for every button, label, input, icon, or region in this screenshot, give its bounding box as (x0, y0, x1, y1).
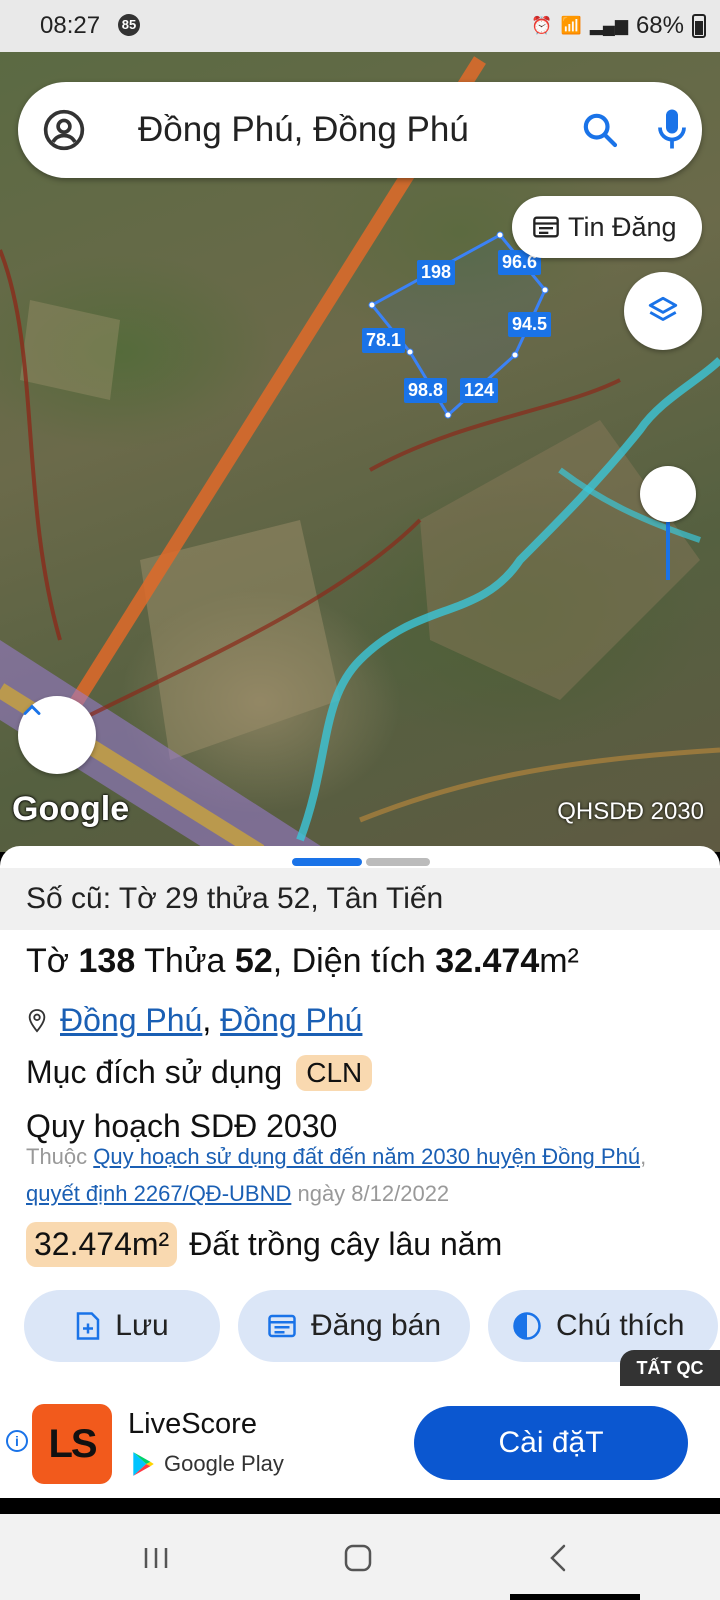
parcel-number: 52 (234, 942, 273, 980)
battery-icon (692, 14, 706, 38)
commune-link[interactable]: Đồng Phú (220, 1002, 362, 1038)
parcel-summary: Tờ 138 Thửa 52, Diện tích 32.474m² (26, 942, 579, 980)
listings-icon (533, 216, 559, 238)
home-icon[interactable] (338, 1538, 378, 1578)
install-button[interactable]: Cài đặT (414, 1406, 688, 1480)
opacity-slider-track[interactable] (666, 520, 670, 580)
listings-label: Tin Đăng (568, 211, 677, 242)
listings-icon (268, 1314, 296, 1338)
contrast-icon (513, 1312, 541, 1340)
layers-button[interactable] (624, 272, 702, 350)
system-nav-bar (0, 1514, 720, 1600)
opacity-slider-knob[interactable] (640, 466, 696, 522)
parcel-location: Đồng Phú, Đồng Phú (26, 1002, 362, 1039)
post-for-sale-button[interactable]: Đăng bán (238, 1290, 470, 1362)
save-button[interactable]: Lưu (24, 1290, 220, 1362)
divider (0, 1498, 720, 1514)
ad-info-icon[interactable]: i (6, 1430, 28, 1452)
signal-icon: ▂▄▆ (589, 16, 628, 35)
recent-apps-icon[interactable] (136, 1538, 176, 1578)
land-use-purpose: Mục đích sử dụng CLN (26, 1054, 373, 1091)
search-input[interactable]: Đồng Phú, Đồng Phú (138, 110, 469, 150)
google-attribution: Google (12, 790, 130, 828)
district-link[interactable]: Đồng Phú (60, 1002, 202, 1038)
battery-percent: 68% (635, 12, 684, 39)
decision-link[interactable]: quyết định 2267/QĐ-UBND (26, 1181, 291, 1206)
plan-link[interactable]: Quy hoạch sử dụng đất đến năm 2030 huyện… (93, 1144, 640, 1169)
add-file-icon (77, 1312, 100, 1340)
parcel-info-sheet[interactable]: Số cũ: Tờ 29 thửa 52, Tân Tiến Tờ 138 Th… (0, 846, 720, 1386)
plan-source-note: Thuộc Quy hoạch sử dụng đất đến năm 2030… (26, 1144, 647, 1206)
edge-length-label: 78.1 (362, 328, 406, 353)
gesture-pill (510, 1594, 640, 1600)
action-buttons: Lưu Đăng bán Chú thích (24, 1290, 718, 1362)
map-layer-label: QHSDĐ 2030 (557, 798, 704, 825)
land-type: Đất trồng cây lâu năm (189, 1226, 503, 1262)
ad-app-name: LiveScore (128, 1408, 257, 1440)
expand-up-button[interactable] (18, 696, 96, 774)
clock: 08:27 (40, 12, 101, 39)
area-chip: 32.474m² (26, 1222, 178, 1267)
status-bar: 08:27 85 ⏰ 📶 ▂▄▆ 68% (0, 0, 720, 52)
area-classification: 32.474m² Đất trồng cây lâu năm (26, 1222, 502, 1267)
location-pin-icon (28, 1008, 46, 1032)
edge-length-label: 198 (417, 260, 456, 285)
edge-length-label: 94.5 (508, 312, 552, 337)
edge-length-label: 98.8 (404, 378, 448, 403)
alarm-icon: ⏰ (531, 16, 553, 35)
sheet-handle[interactable] (366, 858, 430, 866)
ad-banner[interactable]: i LS LiveScore Google Play Cài đặT (0, 1386, 720, 1498)
search-bar[interactable]: Đồng Phú, Đồng Phú (18, 82, 702, 178)
livescore-logo: LS (32, 1404, 112, 1484)
old-parcel-info: Số cũ: Tờ 29 thửa 52, Tân Tiến (0, 868, 720, 930)
sheet-handle-active[interactable] (292, 858, 362, 866)
ad-store: Google Play (130, 1450, 284, 1478)
layers-icon (648, 296, 678, 321)
land-use-code-badge: CLN (296, 1054, 373, 1091)
chevron-up-icon (23, 704, 41, 715)
parcel-area: 32.474 (435, 942, 540, 980)
notification-badge: 85 (118, 14, 140, 36)
sheet-number: 138 (78, 942, 136, 980)
wifi-icon: 📶 (560, 16, 582, 35)
back-icon[interactable] (540, 1538, 580, 1578)
mic-icon[interactable] (654, 106, 690, 152)
edge-length-label: 124 (460, 378, 499, 403)
account-icon[interactable] (42, 108, 86, 152)
google-play-icon (133, 1452, 154, 1476)
listings-button[interactable]: Tin Đăng (512, 196, 702, 258)
hide-ads-button[interactable]: TẤT QC (620, 1350, 720, 1386)
search-icon[interactable] (580, 110, 620, 150)
